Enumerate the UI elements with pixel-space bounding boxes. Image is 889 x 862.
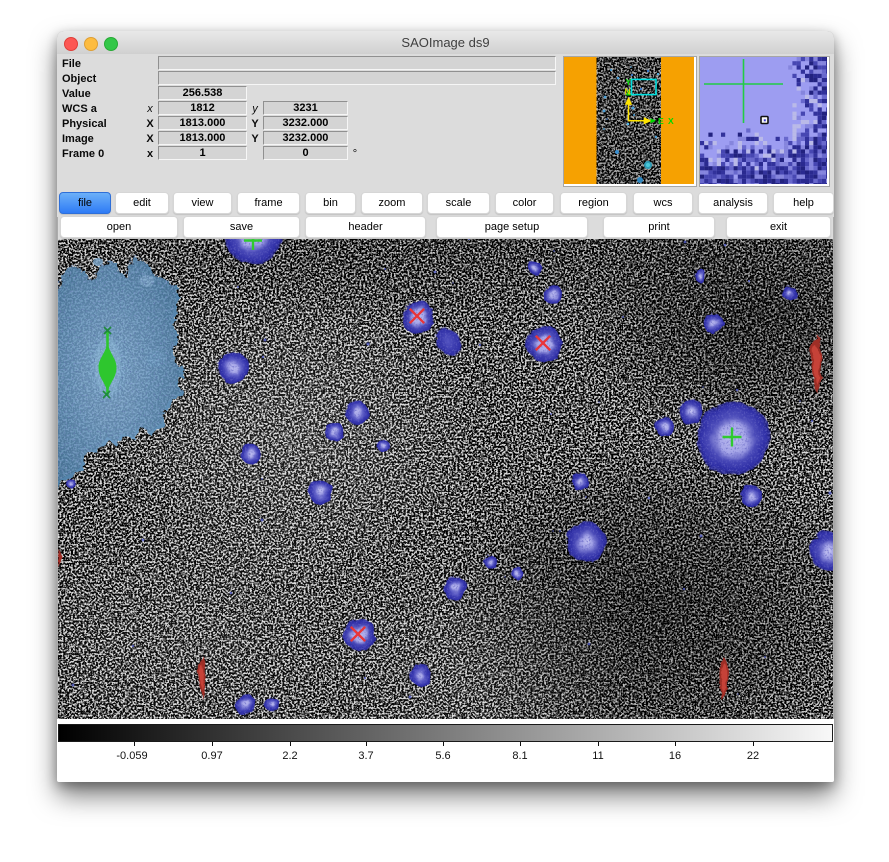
svg-text:N: N: [625, 87, 631, 97]
svg-text:X: X: [668, 116, 674, 126]
svg-text:Y: Y: [626, 77, 632, 87]
svg-text:E: E: [658, 116, 664, 126]
